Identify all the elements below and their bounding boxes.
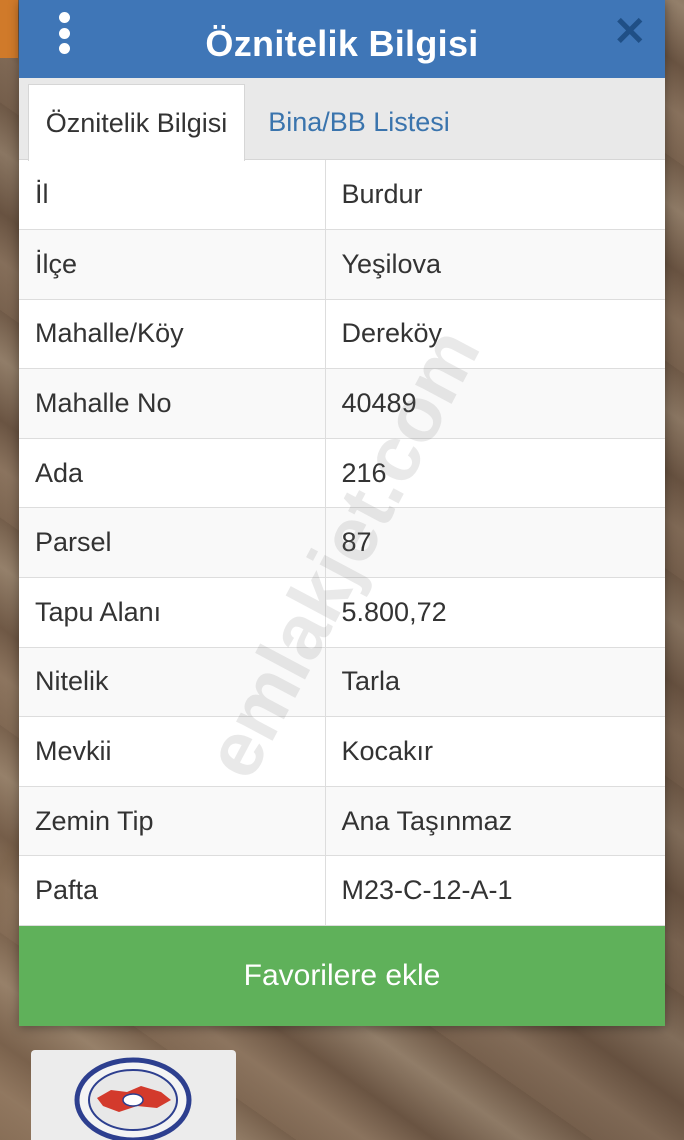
tab-bar: Öznitelik Bilgisi Bina/BB Listesi: [19, 78, 665, 161]
table-row: Mahalle No 40489: [19, 368, 665, 439]
background-app-bar-fragment: [0, 0, 18, 58]
attribute-value: 5.800,72: [325, 577, 665, 648]
table-row: İl Burdur: [19, 160, 665, 231]
attribute-key: Parsel: [19, 507, 326, 579]
tab-building-list[interactable]: Bina/BB Listesi: [253, 84, 465, 160]
menu-dot: [58, 12, 70, 23]
attribute-key: Mahalle No: [19, 368, 326, 439]
attribute-key: İlçe: [19, 229, 326, 300]
table-row: İlçe Yeşilova: [19, 229, 665, 300]
agency-logo-icon: [74, 1057, 192, 1140]
attribute-value: 87: [325, 507, 665, 579]
attribute-value: 40489: [325, 368, 665, 439]
attribute-value: Dereköy: [325, 299, 665, 370]
attribute-key: Tapu Alanı: [19, 577, 326, 648]
menu-dot: [58, 43, 70, 54]
attribute-key: Nitelik: [19, 647, 326, 718]
attribute-key: Zemin Tip: [19, 786, 326, 857]
table-row: Pafta M23-C-12-A-1: [19, 855, 665, 927]
attribute-key: Ada: [19, 438, 326, 509]
tab-attribute-info[interactable]: Öznitelik Bilgisi: [28, 84, 245, 161]
attribute-value: M23-C-12-A-1: [325, 855, 665, 927]
attribute-value: Tarla: [325, 647, 665, 718]
attribute-value: Kocakır: [325, 716, 665, 787]
table-row: Ada 216: [19, 438, 665, 509]
attribute-key: Mevkii: [19, 716, 326, 787]
add-to-favorites-button[interactable]: Favorilere ekle: [19, 926, 665, 1026]
dialog-title: Öznitelik Bilgisi: [205, 23, 479, 64]
attribute-table: İl Burdur İlçe Yeşilova Mahalle/Köy Dereköy Ma…: [19, 160, 665, 927]
attribute-key: Mahalle/Köy: [19, 299, 326, 370]
menu-dot: [58, 27, 70, 39]
table-row: Mevkii Kocakır: [19, 716, 665, 787]
attribute-value: Burdur: [325, 160, 665, 231]
dialog-header: Öznitelik Bilgisi ✕: [19, 0, 665, 78]
attribute-key: Pafta: [19, 855, 326, 927]
attribute-info-dialog: Öznitelik Bilgisi ✕ Öznitelik Bilgisi Bi…: [19, 0, 665, 1026]
agency-logo-card: [31, 1050, 236, 1140]
close-icon[interactable]: ✕: [613, 12, 647, 52]
attribute-key: İl: [19, 160, 326, 231]
table-row: Zemin Tip Ana Taşınmaz: [19, 786, 665, 857]
attribute-value: Yeşilova: [325, 229, 665, 300]
table-row: Mahalle/Köy Dereköy: [19, 299, 665, 370]
table-row: Parsel 87: [19, 507, 665, 579]
kebab-menu-icon[interactable]: [53, 12, 75, 54]
table-row: Nitelik Tarla: [19, 647, 665, 718]
table-row: Tapu Alanı 5.800,72: [19, 577, 665, 648]
attribute-value: Ana Taşınmaz: [325, 786, 665, 857]
attribute-value: 216: [325, 438, 665, 509]
